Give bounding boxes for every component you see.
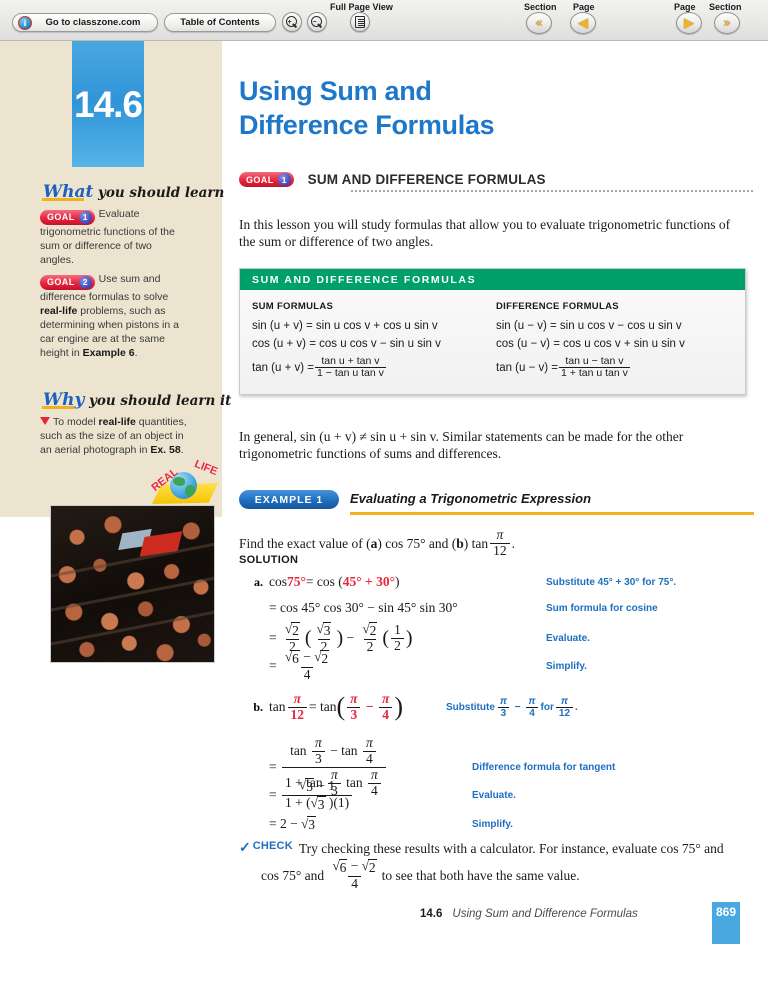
real-life-seal: REAL LIFE [148,457,222,510]
sum-formulas-column: SUM FORMULAS sin (u + v) = sin u cos v +… [252,301,496,385]
magnifier-plus-icon: + [285,15,299,29]
solution-a-note-1: Substitute 45° + 30° for 75°. [546,576,677,588]
page-number-box: 869 [712,902,740,944]
seal-text: REAL LIFE [149,457,220,494]
general-paragraph: In general, sin (u + v) ≠ sin u + sin v.… [239,429,684,461]
document-icon [355,16,365,28]
table-of-contents-button[interactable]: Table of Contents [164,13,276,32]
next-page-button[interactable]: ▶ [676,12,702,34]
difference-sine-formula: sin (u − v) = sin u cos v − cos u sin v [496,320,682,332]
intro-paragraph: In this lesson you will study formulas t… [239,217,731,249]
viewer-toolbar: i Go to classzone.com Table of Contents … [0,0,768,41]
page-prev-label: Page [573,2,595,12]
difference-formulas-column: DIFFERENCE FORMULAS sin (u − v) = sin u … [496,301,740,385]
full-page-view-label: Full Page View [330,2,393,12]
check-text-first: Try checking these results with a calcul… [298,841,724,856]
pi-over-12-fraction: π 12 [490,527,510,559]
double-chevron-right-icon: » [723,15,731,31]
difference-cosine-formula: cos (u − v) = cos u cos v + sin u sin v [496,338,685,350]
solution-a-step-2: = cos 45° cos 30° − sin 45° sin 30° Sum … [269,600,658,615]
sidebar-why-text: To model real-life quantities, such as t… [40,416,187,456]
check-label: CHECK [252,840,293,852]
classzone-label: Go to classzone.com [45,17,141,28]
aerial-orchard-photo [50,505,215,663]
page-next-label: Page [674,2,696,12]
go-to-classzone-button[interactable]: i Go to classzone.com [12,13,158,32]
previous-section-button[interactable]: « [526,12,552,34]
sum-cosine-formula: cos (u + v) = cos u cos v − sin u sin v [252,338,441,350]
previous-page-button[interactable]: ◀ [570,12,596,34]
page-footer: 14.6 Using Sum and Difference Formulas [420,908,638,920]
magnifier-minus-icon: − [310,15,324,29]
check-text-second: to see that both have the same value. [381,867,580,883]
zoom-out-button[interactable]: − [307,12,327,32]
full-page-view-button[interactable] [350,12,370,32]
solution-b-note-4: Simplify. [472,818,513,830]
difference-tangent-formula: tan (u − v) = tan u − tan v 1 + tan u ta… [496,355,630,380]
what-heading-underline [42,198,84,201]
sidebar-goal-1: GOAL 1 Evaluate trigonometric functions … [40,207,188,267]
main-goal-heading-row: GOAL 1 Sum and Difference Formulas [239,172,546,187]
textbook-page: i Go to classzone.com Table of Contents … [0,0,768,994]
example-1-title: Evaluating a Trigonometric Expression [350,491,592,506]
solution-heading: Solution [239,554,299,566]
solution-a-note-3: Evaluate. [546,632,590,644]
solution-a-step-1: a. cos 75° = cos (45° + 30°) Substitute … [254,574,677,589]
section-next-label: Section [709,2,742,12]
solution-b-note-1: Substitute π3 − π4 for π 12 . [446,695,578,719]
formula-box-header: SUM AND DIFFERENCE FORMULAS [240,269,745,290]
footer-section-number: 14.6 [420,908,443,920]
chapter-number-box: 14.6 [72,41,144,167]
main-goal-heading: Sum and Difference Formulas [307,172,546,187]
triangle-left-icon: ◀ [578,15,588,31]
example-prompt: Find the exact value of (a) cos 75° and … [239,527,515,559]
info-icon: i [18,16,32,30]
chapter-number: 14.6 [73,83,143,125]
section-prev-label: Section [524,2,557,12]
solution-b-note-2: Difference formula for tangent [472,761,616,773]
solution-a-note-2: Sum formula for cosine [546,602,658,614]
sum-sine-formula: sin (u + v) = sin u cos v + cos u sin v [252,320,438,332]
solution-b-note-3: Evaluate. [472,789,516,801]
next-section-button[interactable]: » [714,12,740,34]
sum-tangent-formula: tan (u + v) = tan u + tan v 1 − tan u ta… [252,355,386,380]
footer-section-title: Using Sum and Difference Formulas [452,908,638,920]
check-fraction: √ 6 − √ 2 4 [332,858,377,891]
red-triangle-icon [40,417,50,425]
example-title-rule [350,512,754,515]
why-heading-underline [42,406,74,409]
solution-b-step-1: b. tan π 12 = tan ( π3 − π4 ) Substitute … [253,691,578,722]
check-block: ✓ CHECK Try checking these results with … [239,840,724,891]
solution-b-step-3: = √ 3 − 1 1 + (√ 3 )(1) Evaluate. [269,777,516,812]
goal-1-badge: GOAL 1 [40,209,95,225]
goal-heading-dotted-rule [350,190,754,192]
toc-label: Table of Contents [180,17,260,28]
zoom-in-button[interactable]: + [282,12,302,32]
solution-a-note-4: Simplify. [546,660,587,672]
sum-and-difference-formulas-box: SUM AND DIFFERENCE FORMULAS SUM FORMULAS… [239,268,746,395]
example-1-badge: EXAMPLE 1 [239,490,339,509]
check-mark-icon: ✓ [239,841,251,856]
page-number: 869 [715,905,737,919]
sum-formulas-heading: SUM FORMULAS [252,301,334,312]
sidebar-goal-2: GOAL 2 Use sum and difference formulas t… [40,273,179,359]
goal-2-badge: GOAL 2 [40,274,95,290]
solution-a-step-4: = √ 6 − √ 2 4 Simplify. [269,649,587,682]
double-chevron-left-icon: « [535,15,543,31]
triangle-right-icon: ▶ [684,15,694,31]
main-goal-badge: GOAL 1 [239,172,294,187]
solution-b-step-4: = 2 − √ 3 Simplify. [269,816,513,832]
page-title: Using Sum and Difference Formulas [239,76,495,140]
difference-formulas-heading: DIFFERENCE FORMULAS [496,301,619,312]
